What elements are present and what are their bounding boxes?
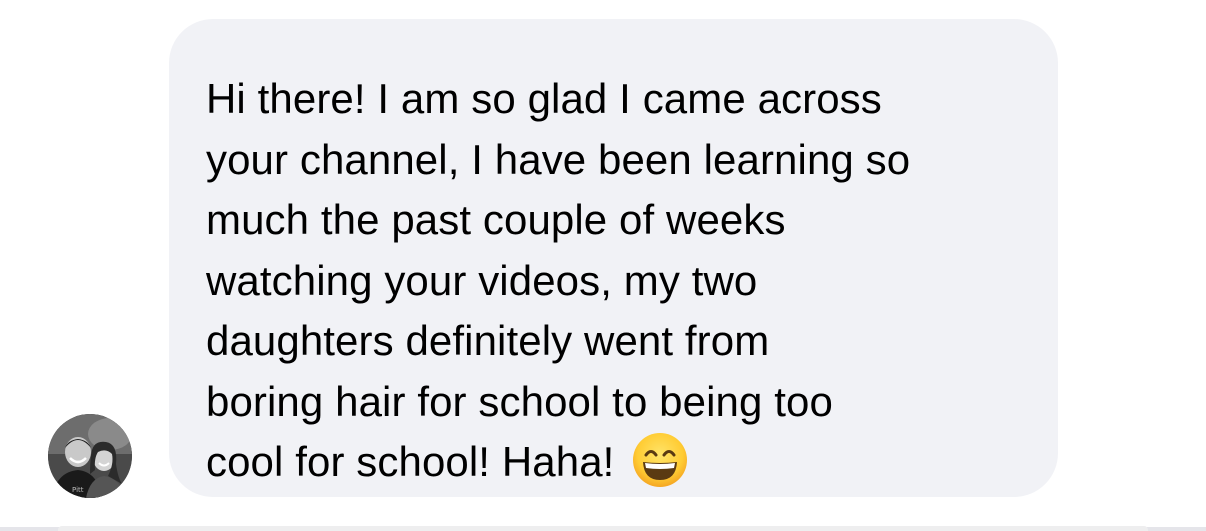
message-line: boring hair for school to being too — [206, 377, 833, 425]
message-line: your channel, I have been learning so — [206, 135, 911, 183]
message-line: daughters definitely went from — [206, 317, 770, 364]
message-line: much the past couple of weeks — [206, 196, 786, 243]
message-line: watching your videos, my two — [206, 256, 758, 304]
message-bubble[interactable]: Hi there! I am so glad I came across you… — [169, 19, 1058, 497]
grinning-face-emoji-icon — [632, 432, 688, 488]
svg-text:Pitt: Pitt — [72, 486, 84, 494]
avatar-photo-icon: Pitt — [48, 414, 132, 498]
next-bubble-edge — [58, 526, 1148, 531]
sender-avatar[interactable]: Pitt — [48, 414, 132, 498]
message-line: Hi there! I am so glad I came across — [206, 75, 882, 122]
message-last-line: cool for school! Haha! — [206, 432, 1018, 493]
message-line: cool for school! Haha! — [206, 438, 615, 485]
